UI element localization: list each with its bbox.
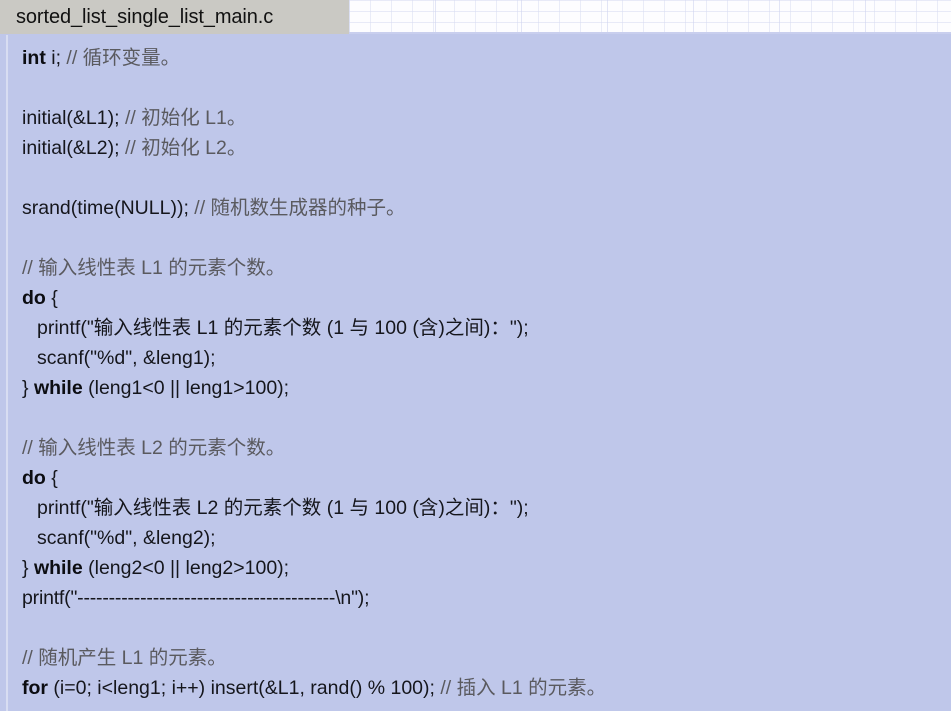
code-line: int i; // 循环变量。: [0, 43, 951, 73]
code-text: printf("--------------------------------…: [22, 587, 370, 609]
code-keyword: do: [22, 287, 46, 309]
code-comment: // 初始化 L2。: [124, 137, 247, 159]
code-line: } while (leng1<0 || leng1>100);: [0, 373, 951, 403]
code-line: printf("--------------------------------…: [0, 583, 951, 613]
file-tab-label: sorted_list_single_list_main.c: [16, 5, 274, 28]
code-line: printf("输入线性表 L1 的元素个数 (1 与 100 (含)之间)："…: [0, 313, 951, 343]
code-keyword: while: [33, 557, 83, 579]
code-comment: // 随机数生成器的种子。: [194, 197, 406, 219]
code-comment: // 初始化 L1。: [124, 107, 247, 129]
code-line: // 输入线性表 L1 的元素个数。: [0, 253, 951, 283]
code-comment: // 输入线性表 L2 的元素个数。: [22, 437, 286, 459]
code-text: scanf("%d", &leng2);: [37, 527, 216, 549]
code-comment: // 循环变量。: [66, 47, 181, 69]
code-comment: // 插入 L1 的元素。: [440, 677, 607, 699]
code-text: printf("输入线性表 L1 的元素个数 (1 与 100 (含)之间)："…: [37, 317, 529, 339]
code-line: do {: [0, 463, 951, 493]
code-text: (leng2<0 || leng2>100);: [82, 557, 290, 579]
code-line: initial(&L1); // 初始化 L1。: [0, 103, 951, 133]
code-line: srand(time(NULL)); // 随机数生成器的种子。: [0, 193, 951, 223]
code-line: scanf("%d", &leng2);: [0, 523, 951, 553]
code-comment: // 随机产生 L1 的元素。: [22, 647, 227, 669]
code-text: {: [45, 467, 58, 489]
code-text: initial(&L2);: [22, 137, 125, 159]
code-keyword: do: [22, 467, 46, 489]
code-line: // 随机产生 L1 的元素。: [0, 643, 951, 673]
code-text: srand(time(NULL));: [22, 197, 195, 219]
code-text: (leng1<0 || leng1>100);: [82, 377, 290, 399]
code-text: i;: [51, 47, 67, 69]
code-line: scanf("%d", &leng1);: [0, 343, 951, 373]
code-text: }: [22, 557, 34, 579]
code-editor-content[interactable]: int i; // 循环变量。 initial(&L1); // 初始化 L1。…: [0, 35, 951, 711]
background-grid-subdivisions: [349, 0, 951, 32]
code-keyword: while: [33, 377, 83, 399]
code-keyword: int: [22, 47, 52, 69]
code-line: printf("输入线性表 L2 的元素个数 (1 与 100 (含)之间)："…: [0, 493, 951, 523]
code-text: {: [45, 287, 58, 309]
code-text: scanf("%d", &leng1);: [37, 347, 216, 369]
code-line: } while (leng2<0 || leng2>100);: [0, 553, 951, 583]
code-comment: // 输入线性表 L1 的元素个数。: [22, 257, 286, 279]
background-grid-strip: [349, 0, 951, 34]
code-text: (i=0; i<leng1; i++) insert(&L1, rand() %…: [48, 677, 441, 699]
code-line: // 输入线性表 L2 的元素个数。: [0, 433, 951, 463]
code-line: initial(&L2); // 初始化 L2。: [0, 133, 951, 163]
code-text: printf("输入线性表 L2 的元素个数 (1 与 100 (含)之间)："…: [37, 497, 529, 519]
file-tab[interactable]: sorted_list_single_list_main.c: [0, 0, 349, 34]
code-text: initial(&L1);: [22, 107, 125, 129]
code-line: for (i=0; i<leng1; i++) insert(&L1, rand…: [0, 673, 951, 703]
code-keyword: for: [22, 677, 48, 699]
code-line: do {: [0, 283, 951, 313]
code-text: }: [22, 377, 34, 399]
